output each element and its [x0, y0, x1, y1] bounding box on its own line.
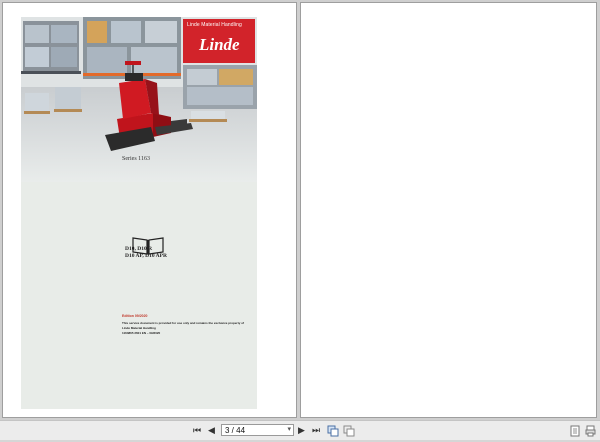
- document-number: 1163865 2601 EN – 09/2020: [122, 331, 161, 335]
- first-page-button[interactable]: ⏮: [193, 425, 201, 436]
- linde-logo: Linde Material Handling Linde: [183, 19, 255, 63]
- property-owner: Linde Material Handling: [122, 326, 156, 330]
- cover-page: Linde Material Handling Linde Series 116…: [21, 17, 257, 409]
- brand-logo-text: Linde: [199, 35, 240, 54]
- page-left: Linde Material Handling Linde Series 116…: [2, 2, 297, 418]
- page-right: [300, 2, 597, 418]
- document-viewer[interactable]: Linde Material Handling Linde Series 116…: [0, 0, 600, 420]
- two-page-view-icon[interactable]: [343, 424, 355, 442]
- model-title-line2: D10 AP, D10 APR: [125, 253, 167, 259]
- property-notice: This service document is provided for us…: [122, 321, 245, 325]
- edition-label: Edition 09/2020: [122, 314, 148, 318]
- chevron-down-icon: ▾: [287, 426, 291, 433]
- page-indicator: 3 / 44: [225, 426, 246, 435]
- navigation-toolbar: ⏮ ◀ 3 / 44 ▾ ▶ ⏭: [0, 420, 600, 440]
- model-title-line1: D10, D10 R: [125, 246, 153, 252]
- single-page-view-icon[interactable]: [327, 424, 339, 442]
- next-page-button[interactable]: ▶: [298, 425, 305, 436]
- page-selector[interactable]: 3 / 44 ▾: [221, 424, 294, 436]
- last-page-button[interactable]: ⏭: [312, 425, 320, 436]
- brand-tagline: Linde Material Handling: [187, 22, 242, 28]
- previous-page-button[interactable]: ◀: [208, 425, 215, 436]
- print-icon[interactable]: [585, 424, 596, 442]
- series-label: Series 1163: [122, 156, 150, 162]
- document-properties-icon[interactable]: [570, 424, 580, 442]
